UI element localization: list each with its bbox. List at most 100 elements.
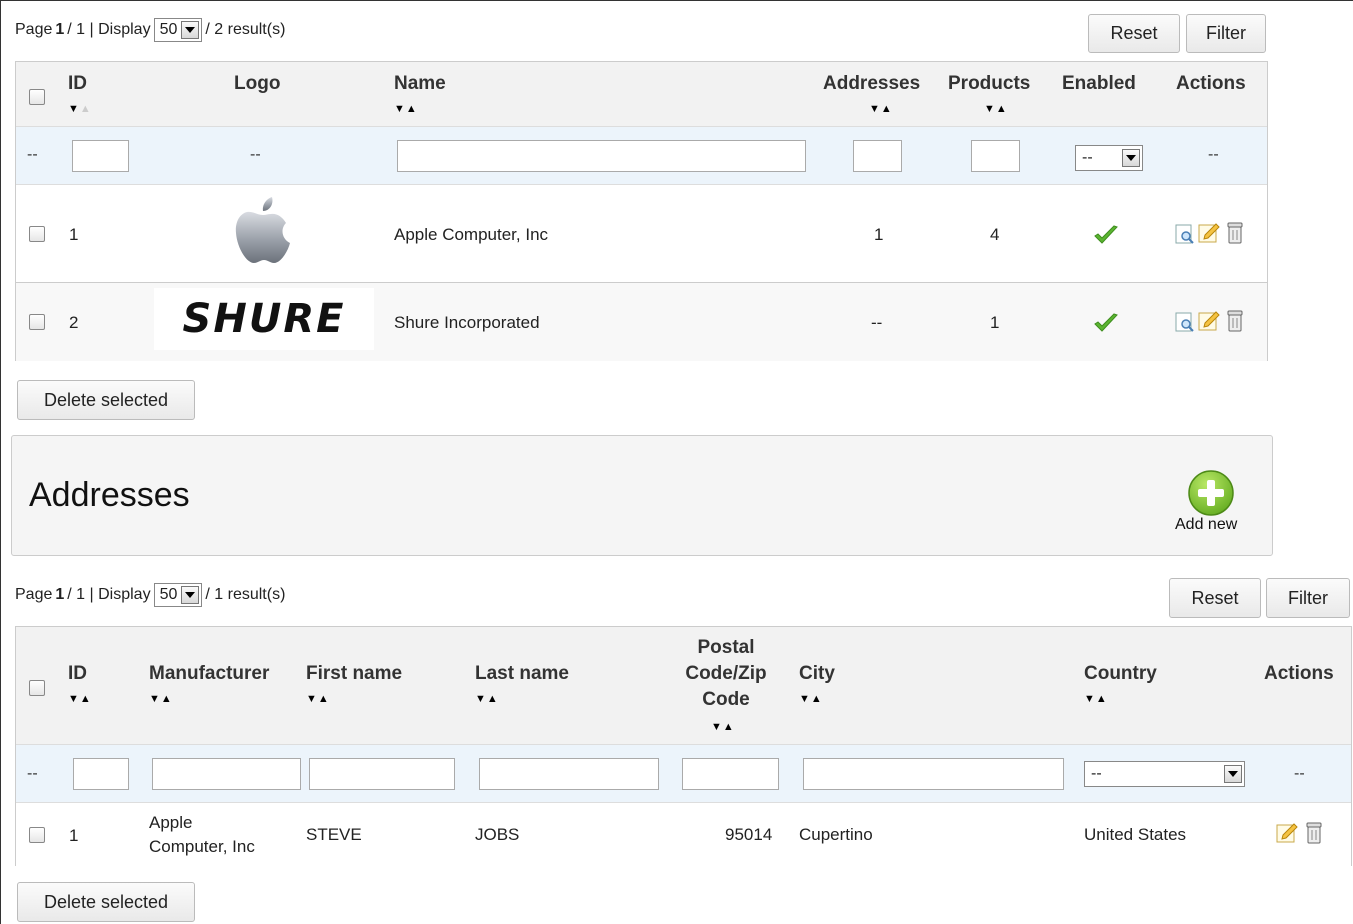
column-header-postal-line3[interactable]: Code bbox=[666, 689, 786, 711]
add-new-button[interactable]: Add new bbox=[1175, 516, 1237, 534]
plus-circle-icon[interactable] bbox=[1187, 469, 1235, 517]
delete-icon[interactable] bbox=[1305, 821, 1323, 845]
table-row[interactable]: 1 Apple Computer, Inc 1 4 bbox=[16, 185, 1267, 283]
table-row[interactable]: 2 SHURE Shure Incorporated -- 1 bbox=[16, 283, 1267, 361]
row-country: United States bbox=[1084, 825, 1187, 844]
delete-icon[interactable] bbox=[1226, 221, 1244, 245]
filter-first-name-input[interactable] bbox=[309, 758, 455, 790]
filter-row: -- -- -- -- bbox=[16, 127, 1267, 185]
delete-icon[interactable] bbox=[1226, 309, 1244, 333]
sort-arrows-name[interactable]: ▼▲ bbox=[394, 103, 418, 115]
filter-logo-dash: -- bbox=[250, 146, 261, 163]
sort-arrows-city[interactable]: ▼▲ bbox=[799, 693, 823, 705]
filter-last-name-input[interactable] bbox=[479, 758, 659, 790]
filter-postal-input[interactable] bbox=[682, 758, 779, 790]
reset-button[interactable]: Reset bbox=[1088, 14, 1180, 53]
row-manufacturer-line1: Apple bbox=[149, 813, 193, 832]
column-header-country[interactable]: Country bbox=[1084, 663, 1157, 685]
row-name: Shure Incorporated bbox=[394, 313, 540, 332]
sort-arrows-addresses[interactable]: ▼▲ bbox=[869, 103, 893, 115]
filter-country-value: -- bbox=[1091, 765, 1102, 782]
filter-products-input[interactable] bbox=[971, 140, 1020, 172]
filter-enabled-value: -- bbox=[1082, 149, 1093, 166]
row-checkbox[interactable] bbox=[29, 314, 45, 330]
row-first-name: STEVE bbox=[306, 825, 362, 844]
view-icon[interactable] bbox=[1174, 311, 1196, 333]
filter-row: -- -- -- bbox=[16, 745, 1351, 803]
page-current: 1 bbox=[55, 21, 65, 38]
filter-manufacturer-input[interactable] bbox=[152, 758, 301, 790]
result-count: / 2 result(s) bbox=[205, 21, 286, 38]
filter-addresses-input[interactable] bbox=[853, 140, 902, 172]
row-id: 1 bbox=[69, 826, 79, 845]
column-header-postal-line1[interactable]: Postal bbox=[666, 637, 786, 659]
filter-country-select[interactable]: -- bbox=[1084, 761, 1245, 787]
result-count: / 1 result(s) bbox=[205, 586, 286, 603]
page-current: 1 bbox=[55, 586, 65, 603]
edit-icon[interactable] bbox=[1197, 221, 1221, 245]
column-header-addresses[interactable]: Addresses bbox=[823, 73, 920, 95]
per-page-select[interactable]: 50 bbox=[153, 18, 203, 42]
column-header-actions: Actions bbox=[1176, 73, 1246, 94]
per-page-value: 50 bbox=[159, 586, 178, 603]
filter-enabled-select[interactable]: -- bbox=[1075, 145, 1143, 171]
row-id: 2 bbox=[69, 313, 79, 332]
sort-arrows-manufacturer[interactable]: ▼▲ bbox=[149, 693, 173, 705]
page-total: / 1 | Display bbox=[67, 21, 151, 38]
column-header-id[interactable]: ID bbox=[68, 73, 87, 95]
edit-icon[interactable] bbox=[1197, 309, 1221, 333]
column-header-id[interactable]: ID bbox=[68, 663, 87, 685]
frame-left-border bbox=[0, 0, 1, 924]
chevron-down-icon bbox=[1122, 149, 1140, 167]
sort-arrows-last-name[interactable]: ▼▲ bbox=[475, 693, 499, 705]
column-header-logo: Logo bbox=[234, 73, 281, 94]
reset-button[interactable]: Reset bbox=[1169, 578, 1261, 618]
delete-selected-button[interactable]: Delete selected bbox=[17, 882, 195, 922]
column-header-actions: Actions bbox=[1264, 663, 1334, 684]
filter-id-input[interactable] bbox=[73, 758, 129, 790]
edit-icon[interactable] bbox=[1275, 821, 1299, 845]
filter-id-input[interactable] bbox=[72, 140, 129, 172]
column-header-products[interactable]: Products bbox=[948, 73, 1030, 95]
sort-arrows-products[interactable]: ▼▲ bbox=[984, 103, 1008, 115]
per-page-select[interactable]: 50 bbox=[153, 583, 203, 607]
row-addresses: -- bbox=[871, 313, 883, 332]
page-title: Addresses bbox=[29, 476, 190, 514]
filter-name-input[interactable] bbox=[397, 140, 806, 172]
row-checkbox[interactable] bbox=[29, 226, 45, 242]
sort-arrows-id[interactable]: ▼▲ bbox=[68, 103, 92, 115]
filter-checkbox-dash: -- bbox=[27, 765, 38, 782]
view-icon[interactable] bbox=[1174, 223, 1196, 245]
filter-actions-dash: -- bbox=[1294, 765, 1305, 782]
select-all-checkbox[interactable] bbox=[29, 680, 45, 696]
column-header-postal-line2[interactable]: Code/Zip bbox=[666, 663, 786, 685]
apple-logo-icon bbox=[235, 197, 290, 263]
row-id: 1 bbox=[69, 225, 79, 244]
column-header-first-name[interactable]: First name bbox=[306, 663, 402, 685]
column-header-name[interactable]: Name bbox=[394, 73, 446, 95]
sort-arrows-id[interactable]: ▼▲ bbox=[68, 693, 92, 705]
enabled-check-icon[interactable] bbox=[1094, 225, 1118, 245]
chevron-down-icon bbox=[181, 21, 200, 39]
table-row[interactable]: 1 Apple Computer, Inc STEVE JOBS 95014 C… bbox=[16, 803, 1351, 866]
filter-button[interactable]: Filter bbox=[1186, 14, 1266, 53]
shure-logo-text: SHURE bbox=[182, 296, 346, 342]
sort-arrows-first-name[interactable]: ▼▲ bbox=[306, 693, 330, 705]
row-manufacturer-line2: Computer, Inc bbox=[149, 837, 255, 856]
sort-arrows-country[interactable]: ▼▲ bbox=[1084, 693, 1108, 705]
row-checkbox[interactable] bbox=[29, 827, 45, 843]
frame-top-border bbox=[0, 0, 1353, 1]
table-header: ID ▼▲ Logo Name ▼▲ Addresses ▼▲ Products… bbox=[16, 62, 1267, 127]
column-header-city[interactable]: City bbox=[799, 663, 835, 685]
filter-city-input[interactable] bbox=[803, 758, 1064, 790]
pagination-manufacturers: Page 1 / 1 | Display 50 / 2 result(s) bbox=[15, 18, 285, 42]
delete-selected-button[interactable]: Delete selected bbox=[17, 380, 195, 420]
sort-arrows-postal[interactable]: ▼▲ bbox=[711, 721, 735, 733]
enabled-check-icon[interactable] bbox=[1094, 313, 1118, 333]
select-all-checkbox[interactable] bbox=[29, 89, 45, 105]
row-postal: 95014 bbox=[725, 825, 773, 844]
column-header-last-name[interactable]: Last name bbox=[475, 663, 569, 685]
filter-button[interactable]: Filter bbox=[1266, 578, 1350, 618]
row-addresses: 1 bbox=[874, 225, 884, 244]
column-header-manufacturer[interactable]: Manufacturer bbox=[149, 663, 269, 685]
